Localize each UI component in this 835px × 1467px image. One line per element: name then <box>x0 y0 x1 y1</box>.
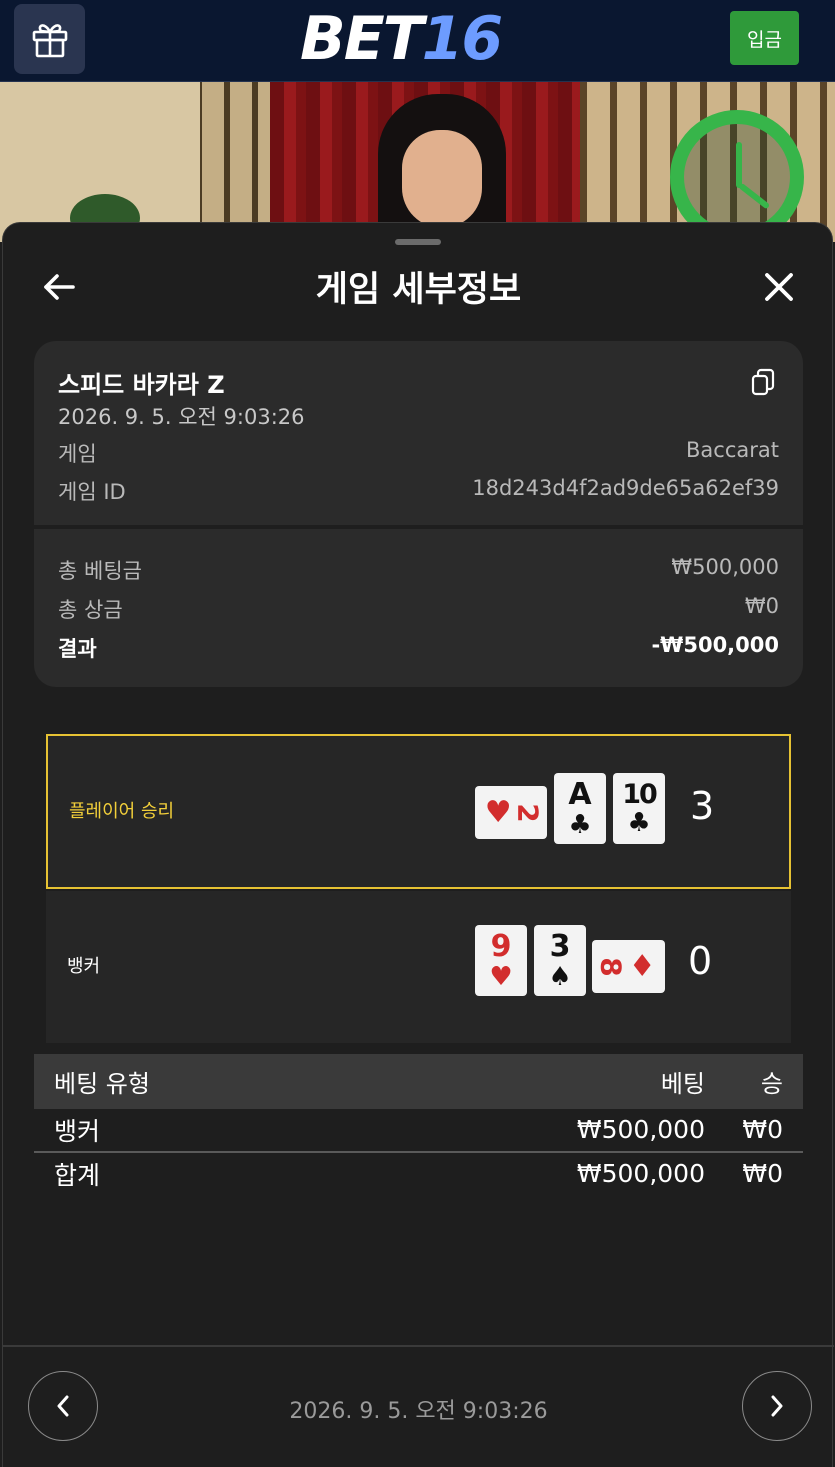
playing-card: 3 ♠ <box>534 925 586 996</box>
dealer-face <box>402 130 482 228</box>
total-bet-row: 총 베팅금 ₩500,000 <box>58 555 779 585</box>
top-bar: BET 16 입금 <box>0 0 835 82</box>
game-info-card: 스피드 바카라 Z 2026. 9. 5. 오전 9:03:26 게임 Bacc… <box>34 341 803 687</box>
close-button[interactable] <box>757 265 801 309</box>
banker-hand-label: 뱅커 <box>67 956 101 977</box>
game-type-value: Baccarat <box>686 438 779 462</box>
logo-text-primary: BET <box>300 4 424 74</box>
total-win-row: 총 상금 ₩0 <box>58 594 779 624</box>
player-hand: 플레이어 승리 ♥ 2 A ♣ 10 ♣ 3 <box>46 734 791 889</box>
clock-hand-minute <box>738 182 771 210</box>
deposit-button[interactable]: 입금 <box>730 11 799 65</box>
total-bet-value: ₩500,000 <box>671 555 779 579</box>
total-bet-label: 총 베팅금 <box>58 559 142 583</box>
player-score: 3 <box>690 784 715 828</box>
chevron-right-icon <box>771 1395 783 1417</box>
copy-button[interactable] <box>750 367 778 397</box>
footer-divider <box>3 1345 834 1347</box>
game-id-value: 18d243d4f2ad9de65a62ef39 <box>472 476 779 500</box>
row-win-amount: ₩0 <box>742 1115 783 1144</box>
playing-card: ♥ 2 <box>475 786 547 839</box>
card-suit-icon: ♥ <box>484 794 512 830</box>
result-value: -₩500,000 <box>651 633 779 657</box>
total-win-amount: ₩0 <box>742 1159 783 1188</box>
logo-text-accent: 16 <box>421 4 503 74</box>
close-icon <box>765 273 793 301</box>
header-bet-type: 베팅 유형 <box>54 1070 150 1098</box>
playing-card: 8 ♦ <box>592 940 665 993</box>
card-suit-icon: ♥ <box>489 961 513 992</box>
card-suit-icon: ♣ <box>568 809 592 840</box>
card-rank: 2 <box>511 802 545 823</box>
sheet-drag-handle[interactable] <box>395 239 441 245</box>
gift-button[interactable] <box>14 4 85 74</box>
sheet-title: 게임 세부정보 <box>315 270 522 310</box>
card-rank: 10 <box>622 779 658 810</box>
game-id-row: 게임 ID 18d243d4f2ad9de65a62ef39 <box>58 476 779 506</box>
total-win-value: ₩0 <box>744 594 779 618</box>
result-row: 결과 -₩500,000 <box>58 633 779 663</box>
brand-logo[interactable]: BET 16 <box>300 4 503 74</box>
header-bet: 베팅 <box>660 1070 705 1098</box>
bets-table-header: 베팅 유형 베팅 승 <box>34 1054 803 1109</box>
game-details-sheet: 게임 세부정보 스피드 바카라 Z 2026. 9. 5. 오전 9:03:26… <box>2 222 834 1467</box>
banker-score: 0 <box>688 939 713 983</box>
card-suit-icon: ♠ <box>548 961 572 992</box>
table-row: 뱅커 ₩500,000 ₩0 <box>34 1108 803 1151</box>
banker-hand: 뱅커 9 ♥ 3 ♠ 8 ♦ 0 <box>46 891 791 1043</box>
total-bet-amount: ₩500,000 <box>576 1159 705 1188</box>
card-rank: 8 <box>595 956 629 977</box>
card-rank: 9 <box>490 928 512 964</box>
row-bet-amount: ₩500,000 <box>576 1115 705 1144</box>
table-total-row: 합계 ₩500,000 ₩0 <box>34 1152 803 1195</box>
clock-hand-hour <box>736 142 742 188</box>
footer-datetime: 2026. 9. 5. 오전 9:03:26 <box>289 1399 548 1424</box>
game-type-row: 게임 Baccarat <box>58 438 779 468</box>
live-video <box>0 82 835 242</box>
total-label: 합계 <box>54 1160 101 1190</box>
card-rank: A <box>568 776 592 812</box>
card-suit-icon: ♦ <box>628 948 656 984</box>
player-hand-label: 플레이어 승리 <box>69 801 175 822</box>
card-rank: 3 <box>549 928 571 964</box>
next-round-button[interactable] <box>742 1371 812 1441</box>
total-win-label: 총 상금 <box>58 598 123 622</box>
game-name: 스피드 바카라 Z <box>58 371 225 399</box>
playing-card: 9 ♥ <box>475 925 527 996</box>
playing-card: A ♣ <box>554 773 606 844</box>
card-suit-icon: ♣ <box>627 808 651 838</box>
playing-card: 10 ♣ <box>613 773 665 844</box>
result-label: 결과 <box>58 637 97 661</box>
row-bet-type: 뱅커 <box>54 1116 101 1146</box>
game-type-label: 게임 <box>58 442 97 466</box>
info-divider <box>34 525 803 529</box>
game-id-label: 게임 ID <box>58 480 126 504</box>
game-datetime: 2026. 9. 5. 오전 9:03:26 <box>58 405 305 429</box>
copy-icon <box>751 368 775 396</box>
header-win: 승 <box>760 1070 783 1098</box>
gift-icon <box>32 24 67 58</box>
